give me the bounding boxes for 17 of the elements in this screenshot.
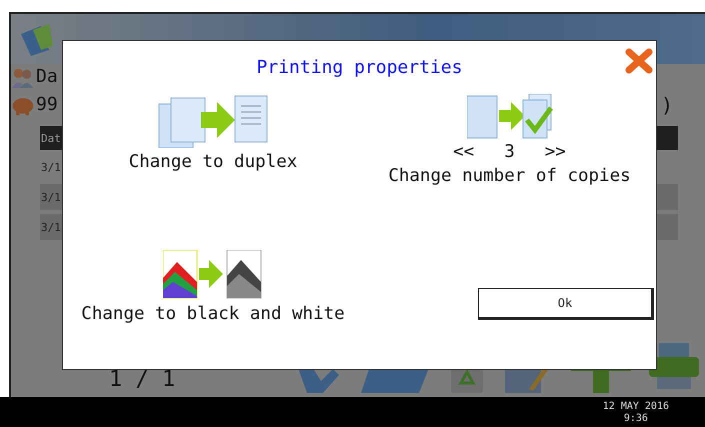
status-time: 9:36 [624, 413, 648, 425]
people-icon [11, 66, 35, 88]
increase-button[interactable]: >> [540, 142, 570, 162]
copies-option: Change number of copies [388, 166, 631, 186]
close-icon[interactable] [625, 48, 653, 74]
dialog-title: Printing properties [256, 57, 464, 78]
page-indicator: 1 / 1 [109, 369, 176, 391]
ok-button[interactable]: Ok [478, 288, 654, 320]
duplex-option[interactable]: Change to duplex [128, 152, 298, 172]
color-to-grayscale-icon[interactable] [163, 250, 263, 300]
grayscale-option[interactable]: Change to black and white [81, 304, 345, 324]
copies-count: 3 [504, 142, 515, 162]
decrease-button[interactable]: << [449, 142, 478, 162]
balance-value: 99 [36, 96, 58, 114]
user-name: Da [36, 68, 58, 86]
balance-suffix: ) [660, 95, 673, 115]
status-date: 12 MAY 2016 [602, 401, 669, 413]
